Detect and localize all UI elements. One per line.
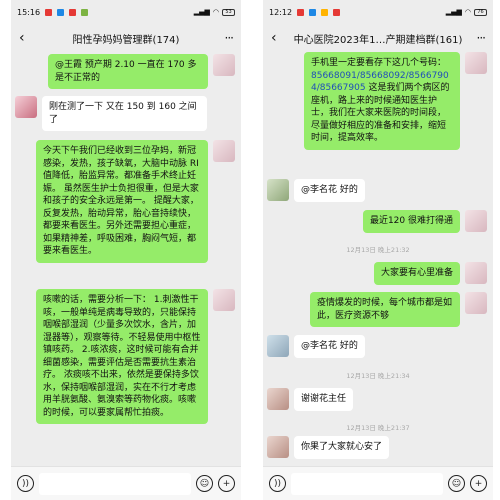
timestamp: 12月13日 晚上21:34: [346, 372, 410, 380]
avatar[interactable]: [465, 292, 487, 314]
left-chat-screen: 15:16 ▂▄▆ ◠ 53 ‹ 阳性孕妈妈管理群(174) ··· @王霞 预…: [11, 0, 241, 500]
message-outgoing: 大家要有心里准备: [373, 262, 487, 285]
message-bubble[interactable]: 刚在测了一下 又在 150 到 160 之间了: [42, 96, 207, 131]
message-list[interactable]: @王霞 预产期 2.10 一直在 170 多是不正常的 刚在测了一下 又在 15…: [11, 52, 241, 466]
message-bubble[interactable]: 大家要有心里准备: [373, 262, 460, 285]
message-incoming: @李名花 好的: [267, 179, 365, 202]
status-bar: 15:16 ▂▄▆ ◠ 53: [11, 0, 241, 24]
message-incoming: 刚在测了一下 又在 150 到 160 之间了: [15, 96, 207, 131]
avatar[interactable]: [267, 179, 289, 201]
status-time: 15:16: [17, 7, 41, 17]
avatar[interactable]: [267, 436, 289, 458]
signal-icon: ▂▄▆: [445, 8, 462, 16]
message-bubble[interactable]: 你果了大家就心安了: [294, 436, 390, 459]
timestamp: 12月13日 晚上21:32: [346, 246, 410, 254]
avatar[interactable]: [465, 52, 487, 74]
message-outgoing: 手机里一定要看存下这几个号码： 85668091/85668092/856679…: [304, 52, 487, 150]
avatar[interactable]: [15, 96, 37, 118]
avatar[interactable]: [267, 388, 289, 410]
message-outgoing: 咳嗽的话，需要分析一下： 1.刺激性干咳，一般单纯是病毒导致的，只能保持咽喉部湿…: [36, 289, 235, 424]
back-icon[interactable]: ‹: [19, 30, 33, 46]
avatar[interactable]: [213, 140, 235, 162]
message-incoming: @李名花 好的: [267, 335, 365, 358]
voice-icon[interactable]: )): [17, 475, 34, 492]
message-text: 手机里一定要看存下这几个号码：: [311, 58, 447, 68]
notification-icon: [57, 8, 65, 16]
notification-icon: [333, 8, 341, 16]
message-bubble[interactable]: 咳嗽的话，需要分析一下： 1.刺激性干咳，一般单纯是病毒导致的，只能保持咽喉部湿…: [36, 289, 208, 424]
status-time: 12:12: [269, 7, 293, 17]
avatar[interactable]: [213, 289, 235, 311]
notification-icon: [297, 8, 305, 16]
chat-header: ‹ 中心医院2023年1…产期建档群(161) ···: [263, 24, 493, 52]
more-icon[interactable]: ···: [471, 31, 486, 45]
notification-icon: [81, 8, 89, 16]
message-outgoing: 今天下午我们已经收到三位孕妈，新冠感染，发热，孩子缺氧，大脑中动脉 RI 值降低…: [36, 140, 235, 263]
message-incoming: 谢谢花主任: [267, 388, 354, 411]
emoji-icon[interactable]: ☺: [196, 475, 213, 492]
notification-icon: [321, 8, 329, 16]
avatar[interactable]: [465, 210, 487, 232]
chat-title: 中心医院2023年1…产期建档群(161): [293, 34, 463, 46]
message-outgoing: 最近120 很难打得通: [362, 210, 487, 233]
message-outgoing: @王霞 预产期 2.10 一直在 170 多是不正常的: [48, 54, 235, 89]
message-bubble[interactable]: @李名花 好的: [294, 335, 365, 358]
avatar[interactable]: [465, 262, 487, 284]
message-bubble[interactable]: 今天下午我们已经收到三位孕妈，新冠感染，发热，孩子缺氧，大脑中动脉 RI 值降低…: [36, 140, 208, 263]
message-incoming: 你果了大家就心安了: [267, 436, 390, 459]
input-bar: )) ☺ +: [11, 466, 241, 500]
avatar[interactable]: [267, 335, 289, 357]
message-list[interactable]: 手机里一定要看存下这几个号码： 85668091/85668092/856679…: [263, 52, 493, 466]
message-bubble[interactable]: 手机里一定要看存下这几个号码： 85668091/85668092/856679…: [304, 52, 460, 150]
chat-header: ‹ 阳性孕妈妈管理群(174) ···: [11, 24, 241, 52]
message-bubble[interactable]: @李名花 好的: [294, 179, 365, 202]
timestamp: 12月13日 晚上21:37: [346, 424, 410, 432]
avatar[interactable]: [213, 54, 235, 76]
message-bubble[interactable]: 谢谢花主任: [294, 388, 354, 411]
back-icon[interactable]: ‹: [271, 30, 285, 46]
right-chat-screen: 12:12 ▂▄▆ ◠ 76 ‹ 中心医院2023年1…产期建档群(161) ·…: [263, 0, 493, 500]
notification-icon: [45, 8, 53, 16]
plus-icon[interactable]: +: [218, 475, 235, 492]
message-input[interactable]: [39, 472, 191, 495]
message-bubble[interactable]: 最近120 很难打得通: [362, 210, 460, 233]
wifi-icon: ◠: [212, 8, 219, 16]
wifi-icon: ◠: [464, 8, 471, 16]
notification-icon: [69, 8, 77, 16]
chat-title: 阳性孕妈妈管理群(174): [72, 34, 180, 46]
battery-icon: 53: [222, 8, 235, 16]
notification-icon: [309, 8, 317, 16]
message-bubble[interactable]: 疫情爆发的时候，每个城市都是如此，医疗资源不够: [310, 292, 460, 327]
battery-icon: 76: [474, 8, 487, 16]
input-bar: )) ☺ +: [263, 466, 493, 500]
emoji-icon[interactable]: ☺: [448, 475, 465, 492]
message-input[interactable]: [291, 472, 443, 495]
message-outgoing: 疫情爆发的时候，每个城市都是如此，医疗资源不够: [310, 292, 487, 327]
message-bubble[interactable]: @王霞 预产期 2.10 一直在 170 多是不正常的: [48, 54, 208, 89]
signal-icon: ▂▄▆: [193, 8, 210, 16]
status-bar: 12:12 ▂▄▆ ◠ 76: [263, 0, 493, 24]
plus-icon[interactable]: +: [470, 475, 487, 492]
more-icon[interactable]: ···: [219, 31, 234, 45]
voice-icon[interactable]: )): [269, 475, 286, 492]
